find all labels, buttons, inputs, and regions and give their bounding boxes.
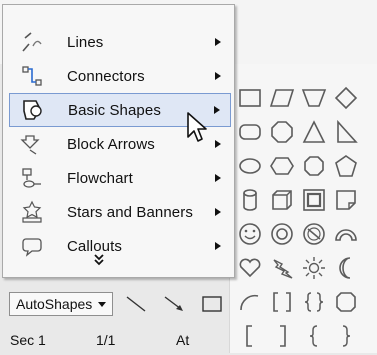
stars-banners-icon bbox=[17, 200, 47, 224]
mouse-pointer-icon bbox=[186, 111, 208, 145]
triangle-shape-icon[interactable] bbox=[300, 118, 328, 146]
submenu-arrow-icon bbox=[215, 242, 221, 250]
rounded-rectangle-shape-icon[interactable] bbox=[236, 118, 264, 146]
trapezoid-shape-icon[interactable] bbox=[300, 84, 328, 112]
status-bar: Sec 1 1/1 At bbox=[0, 326, 229, 353]
callouts-icon bbox=[17, 234, 47, 258]
section-indicator: Sec 1 bbox=[10, 331, 46, 348]
menu-item-stars-banners[interactable]: Stars and Banners bbox=[9, 195, 231, 229]
right-triangle-shape-icon[interactable] bbox=[332, 118, 360, 146]
menu-item-callouts[interactable]: Callouts bbox=[9, 229, 231, 263]
right-bracket-shape-icon[interactable] bbox=[268, 322, 296, 350]
menu-item-label: Block Arrows bbox=[67, 135, 155, 153]
moon-shape-icon[interactable] bbox=[332, 254, 360, 282]
arrow-tool-icon[interactable] bbox=[159, 293, 189, 315]
line-tool-icon[interactable] bbox=[121, 293, 151, 315]
basic-shapes-icon bbox=[18, 98, 48, 122]
autoshapes-label: AutoShapes bbox=[16, 296, 93, 312]
pentagon-shape-icon[interactable] bbox=[332, 152, 360, 180]
bevel-shape-icon[interactable] bbox=[300, 186, 328, 214]
menu-item-label: Connectors bbox=[67, 67, 145, 85]
menu-item-flowchart[interactable]: Flowchart bbox=[9, 161, 231, 195]
no-symbol-shape-icon[interactable] bbox=[300, 220, 328, 248]
menu-item-label: Stars and Banners bbox=[67, 203, 193, 221]
autoshapes-button[interactable]: AutoShapes bbox=[9, 292, 114, 316]
octagon-shape-icon[interactable] bbox=[268, 118, 296, 146]
rounded-octagon-shape-icon[interactable] bbox=[300, 152, 328, 180]
submenu-arrow-icon bbox=[215, 208, 221, 216]
diamond-shape-icon[interactable] bbox=[332, 84, 360, 112]
block-arc-shape-icon[interactable] bbox=[332, 220, 360, 248]
menu-item-lines[interactable]: Lines bbox=[9, 25, 231, 59]
menu-item-label: Basic Shapes bbox=[68, 101, 161, 119]
cube-shape-icon[interactable] bbox=[268, 186, 296, 214]
at-indicator: At bbox=[176, 331, 190, 348]
lines-icon bbox=[17, 30, 47, 54]
drawing-toolbar: AutoShapes bbox=[9, 291, 231, 317]
submenu-arrow-icon bbox=[214, 106, 220, 114]
rectangle-shape-icon[interactable] bbox=[236, 84, 264, 112]
double-brace-shape-icon[interactable] bbox=[300, 288, 328, 316]
hexagon-shape-icon[interactable] bbox=[268, 152, 296, 180]
connectors-icon bbox=[17, 64, 47, 88]
left-brace-shape-icon[interactable] bbox=[300, 322, 328, 350]
folded-corner-shape-icon[interactable] bbox=[332, 186, 360, 214]
submenu-arrow-icon bbox=[215, 72, 221, 80]
basic-shapes-palette bbox=[236, 84, 376, 354]
submenu-arrow-icon bbox=[215, 140, 221, 148]
arc-shape-icon[interactable] bbox=[236, 288, 264, 316]
submenu-arrow-icon bbox=[215, 38, 221, 46]
oval-shape-icon[interactable] bbox=[236, 152, 264, 180]
dropdown-arrow-icon bbox=[98, 301, 107, 307]
sun-shape-icon[interactable] bbox=[300, 254, 328, 282]
menu-item-connectors[interactable]: Connectors bbox=[9, 59, 231, 93]
flowchart-icon bbox=[17, 166, 47, 190]
menu-item-label: Flowchart bbox=[67, 169, 133, 187]
can-shape-icon[interactable] bbox=[236, 186, 264, 214]
submenu-arrow-icon bbox=[215, 174, 221, 182]
donut-shape-icon[interactable] bbox=[268, 220, 296, 248]
parallelogram-shape-icon[interactable] bbox=[268, 84, 296, 112]
left-bracket-shape-icon[interactable] bbox=[236, 322, 264, 350]
double-chevron-down-icon[interactable] bbox=[91, 252, 107, 268]
lightning-bolt-shape-icon[interactable] bbox=[268, 254, 296, 282]
plaque-shape-icon[interactable] bbox=[332, 288, 360, 316]
right-brace-shape-icon[interactable] bbox=[332, 322, 360, 350]
rectangle-tool-icon[interactable] bbox=[197, 293, 227, 315]
smiley-face-shape-icon[interactable] bbox=[236, 220, 264, 248]
menu-item-label: Lines bbox=[67, 33, 104, 51]
heart-shape-icon[interactable] bbox=[236, 254, 264, 282]
page-indicator: 1/1 bbox=[96, 331, 116, 348]
double-bracket-shape-icon[interactable] bbox=[268, 288, 296, 316]
block-arrows-icon bbox=[17, 132, 47, 156]
